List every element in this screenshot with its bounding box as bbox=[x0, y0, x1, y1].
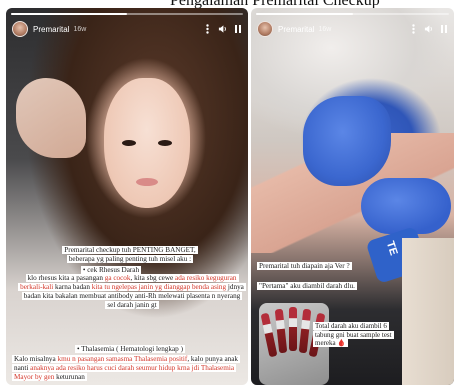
thal-red-1: kmu n pasangan samasma Thalasemia positi… bbox=[57, 355, 188, 363]
glove-photo-2 bbox=[361, 178, 451, 234]
thal-text-3: keturunan bbox=[54, 373, 85, 381]
rhesus-heading-text: • cek Rhesus Darah bbox=[80, 266, 142, 274]
pause-icon[interactable] bbox=[233, 24, 242, 34]
right-line-1: Premarital tuh diapain aja Ver ? bbox=[257, 262, 377, 271]
thal-text-1: Kalo misalnya bbox=[14, 355, 58, 363]
intro-text: Premarital checkup tuh PENTING BANGET, b… bbox=[50, 246, 210, 264]
story-header: Premarital 16w bbox=[257, 18, 448, 40]
story-panel-left[interactable]: Premarital 16w Premarital checkup tuh PE… bbox=[6, 8, 248, 385]
intro-line-2: beberapa yg paling penting tuh misel aku… bbox=[66, 255, 194, 263]
thalasemia-paragraph: Kalo misalnya kmu n pasangan samasma Tha… bbox=[12, 355, 248, 382]
blood-tube bbox=[289, 307, 297, 351]
top-strip: Pengalaman Premarital Checkup bbox=[0, 0, 457, 8]
intro-line-1: Premarital checkup tuh PENTING BANGET, bbox=[62, 246, 198, 254]
eye-left bbox=[122, 140, 136, 146]
story-username[interactable]: Premarital bbox=[278, 25, 314, 34]
right-line-2-a: Pertama bbox=[261, 282, 286, 290]
sleeve-photo bbox=[402, 238, 454, 385]
rhesus-text-1: klo rhesus kita a pasangan bbox=[27, 274, 105, 282]
blood-caption: Total darah aku diambil 6 tabung gni bua… bbox=[313, 322, 394, 348]
story-progress-fill bbox=[11, 13, 127, 15]
story-progress bbox=[256, 13, 449, 15]
story-header-icons bbox=[203, 24, 242, 34]
top-strip-text: Pengalaman Premarital Checkup bbox=[170, 0, 380, 8]
blood-tube bbox=[274, 308, 288, 354]
hand-photo bbox=[16, 78, 86, 158]
thalasemia-heading-text: • Thalasemia ( Hematologi lengkap ) bbox=[75, 345, 185, 353]
more-icon[interactable] bbox=[409, 24, 418, 34]
rhesus-text-2: , kita sbg cewe bbox=[130, 274, 176, 282]
face-photo bbox=[104, 78, 190, 208]
story-time: 16w bbox=[318, 25, 332, 33]
rhesus-red-1: ga cocok bbox=[104, 274, 131, 282]
speaker-icon[interactable] bbox=[424, 24, 433, 34]
rhesus-red-3: kita tu ngelepas janin yg dianggap benda… bbox=[91, 283, 227, 291]
avatar[interactable] bbox=[257, 21, 273, 37]
pause-icon[interactable] bbox=[439, 24, 448, 34]
story-header: Premarital 16w bbox=[12, 18, 242, 40]
story-progress bbox=[11, 13, 243, 15]
right-line-2-b: aku diambil darah dlu. bbox=[288, 282, 355, 290]
story-panel-right[interactable]: Premarital 16w TE Premarital tuh diapain… bbox=[251, 8, 454, 385]
story-header-icons bbox=[409, 24, 448, 34]
speaker-icon[interactable] bbox=[218, 24, 227, 34]
story-username[interactable]: Premarital bbox=[33, 25, 69, 34]
right-line-1-text: Premarital tuh diapain aja Ver ? bbox=[257, 262, 352, 270]
blood-caption-text: Total darah aku diambil 6 tabung gni bua… bbox=[313, 322, 394, 348]
lips bbox=[136, 178, 158, 186]
story-progress-fill bbox=[256, 13, 353, 15]
avatar[interactable] bbox=[12, 21, 28, 37]
wristband-text: TE bbox=[383, 239, 400, 257]
eye-right bbox=[158, 140, 172, 146]
thalasemia-heading: • Thalasemia ( Hematologi lengkap ) bbox=[70, 345, 190, 354]
right-line-2: "Pertama" aku diambil darah dlu. bbox=[257, 282, 357, 290]
story-time: 16w bbox=[73, 25, 87, 33]
rhesus-paragraph: klo rhesus kita a pasangan ga cocok, kit… bbox=[18, 274, 246, 310]
more-icon[interactable] bbox=[203, 24, 212, 34]
rhesus-text-3: karna badan bbox=[53, 283, 92, 291]
glove-photo bbox=[303, 96, 391, 186]
thal-red-2: anaknya ada resiko harus cuci darah seum… bbox=[14, 364, 235, 381]
